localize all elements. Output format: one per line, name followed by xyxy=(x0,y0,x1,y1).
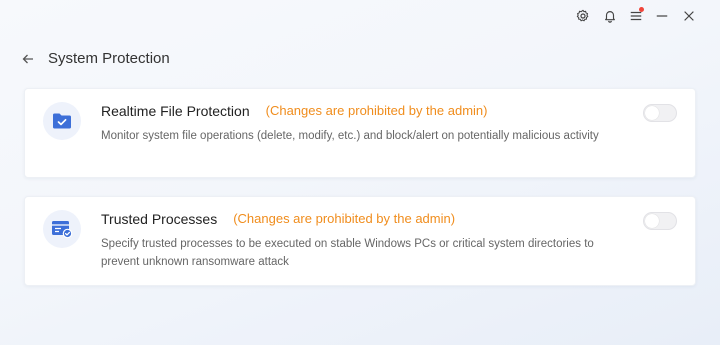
page-title: System Protection xyxy=(48,50,170,67)
back-button[interactable] xyxy=(20,51,36,67)
trusted-window-icon xyxy=(52,221,73,239)
minimize-button[interactable] xyxy=(649,2,675,30)
card-title: Trusted Processes xyxy=(101,211,218,227)
arrow-left-icon xyxy=(22,54,33,63)
window-titlebar xyxy=(570,0,720,32)
card-description: Specify trusted processes to be executed… xyxy=(101,238,594,268)
realtime-file-protection-card: Realtime File Protection (Changes are pr… xyxy=(24,88,696,178)
card-icon-wrapper xyxy=(43,210,81,248)
settings-button[interactable] xyxy=(570,2,596,30)
card-title-row: Realtime File Protection (Changes are pr… xyxy=(101,103,487,119)
admin-restriction-notice: (Changes are prohibited by the admin) xyxy=(233,211,456,226)
minimize-icon xyxy=(657,15,668,17)
notification-button[interactable] xyxy=(596,2,622,30)
admin-restriction-notice: (Changes are prohibited by the admin) xyxy=(265,103,488,118)
close-button[interactable] xyxy=(676,2,702,30)
notification-dot xyxy=(639,7,645,12)
trusted-processes-toggle[interactable] xyxy=(643,212,677,230)
page-header: System Protection xyxy=(20,50,170,67)
card-title-row: Trusted Processes (Changes are prohibite… xyxy=(101,211,455,227)
folder-check-icon xyxy=(53,113,71,129)
close-icon xyxy=(683,11,694,21)
menu-button[interactable] xyxy=(623,2,649,30)
realtime-protection-toggle[interactable] xyxy=(643,104,677,122)
card-description: Monitor system file operations (delete, … xyxy=(101,130,599,142)
card-title: Realtime File Protection xyxy=(101,103,250,119)
card-icon-wrapper xyxy=(43,102,81,140)
trusted-processes-card: Trusted Processes (Changes are prohibite… xyxy=(24,196,696,286)
bell-icon xyxy=(604,11,615,23)
gear-icon xyxy=(576,9,589,22)
